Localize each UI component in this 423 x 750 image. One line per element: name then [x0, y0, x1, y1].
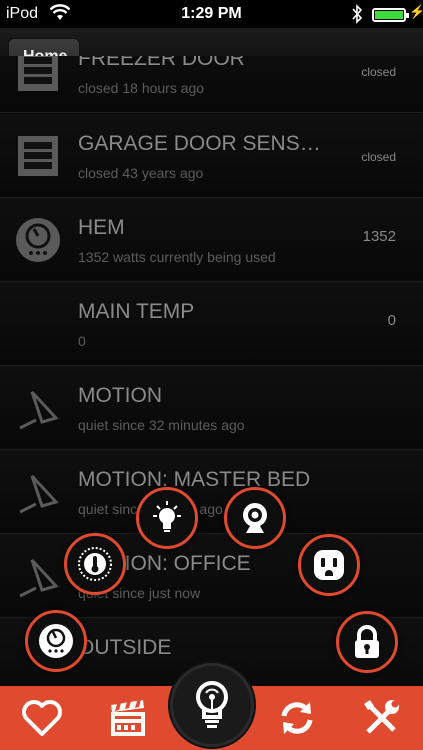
meter-quick-button[interactable]	[25, 610, 87, 672]
light-bulb-icon	[153, 501, 181, 532]
device-value: closed	[361, 150, 396, 164]
tools-icon[interactable]	[360, 696, 404, 740]
thermostat-quick-button[interactable]	[64, 533, 126, 595]
list-item[interactable]: MOTION quiet since 32 minutes ago	[0, 366, 423, 450]
door-icon	[18, 136, 58, 176]
device-subtitle: closed 18 hours ago	[78, 80, 205, 96]
meter-icon	[16, 218, 60, 262]
clapperboard-icon[interactable]	[106, 696, 150, 740]
charging-icon: ⚡	[409, 4, 423, 19]
list-item[interactable]: HEM 1352 watts currently being used 1352	[0, 198, 423, 282]
motion-sensor-icon	[19, 558, 59, 598]
battery-icon	[372, 8, 409, 22]
device-value: 1352	[362, 228, 396, 245]
center-menu-button[interactable]	[170, 663, 254, 747]
device-subtitle: 1352 watts currently being used	[78, 249, 276, 265]
door-icon	[18, 56, 58, 91]
outlet-quick-button[interactable]	[298, 534, 360, 596]
list-item[interactable]: FREEZER DOOR closed 18 hours ago closed	[0, 56, 423, 113]
refresh-icon[interactable]	[275, 696, 319, 740]
webcam-icon	[243, 503, 267, 533]
device-title: GARAGE DOOR SENS…	[78, 132, 321, 155]
device-title: MAIN TEMP	[78, 300, 195, 323]
bluetooth-icon	[352, 4, 363, 24]
device-value: 0	[387, 312, 396, 329]
camera-quick-button[interactable]	[224, 487, 286, 549]
list-item[interactable]: MOTION: OFFICE quiet since just now	[0, 534, 423, 618]
device-subtitle: 0	[78, 333, 86, 349]
device-list[interactable]: FREEZER DOOR closed 18 hours ago closed …	[0, 56, 423, 686]
device-title: FREEZER DOOR	[78, 56, 245, 70]
device-subtitle: closed 43 years ago	[78, 165, 204, 181]
motion-sensor-icon	[19, 390, 59, 430]
light-quick-button[interactable]	[136, 487, 198, 549]
bulb-signal-icon	[196, 681, 228, 728]
status-bar: iPod 1:29 PM ⚡	[0, 0, 423, 28]
device-title: MOTION	[78, 384, 162, 407]
heart-icon[interactable]	[20, 696, 64, 740]
list-item[interactable]: GARAGE DOOR SENS… closed 43 years ago cl…	[0, 114, 423, 198]
device-title: MOTION: MASTER BED	[78, 468, 311, 491]
list-item[interactable]: MAIN TEMP 0 0	[0, 282, 423, 366]
device-value: closed	[361, 65, 396, 79]
motion-sensor-icon	[19, 474, 59, 514]
thermostat-icon	[78, 547, 112, 581]
device-subtitle: quiet since 32 minutes ago	[78, 417, 245, 433]
list-item[interactable]: MOTION: MASTER BED quiet since 4 hours a…	[0, 450, 423, 534]
device-title: OUTSIDE	[78, 636, 172, 659]
lock-quick-button[interactable]	[336, 611, 398, 673]
device-title: HEM	[78, 216, 125, 239]
meter-icon	[39, 624, 73, 658]
outlet-icon	[314, 550, 344, 580]
padlock-icon	[355, 625, 379, 658]
